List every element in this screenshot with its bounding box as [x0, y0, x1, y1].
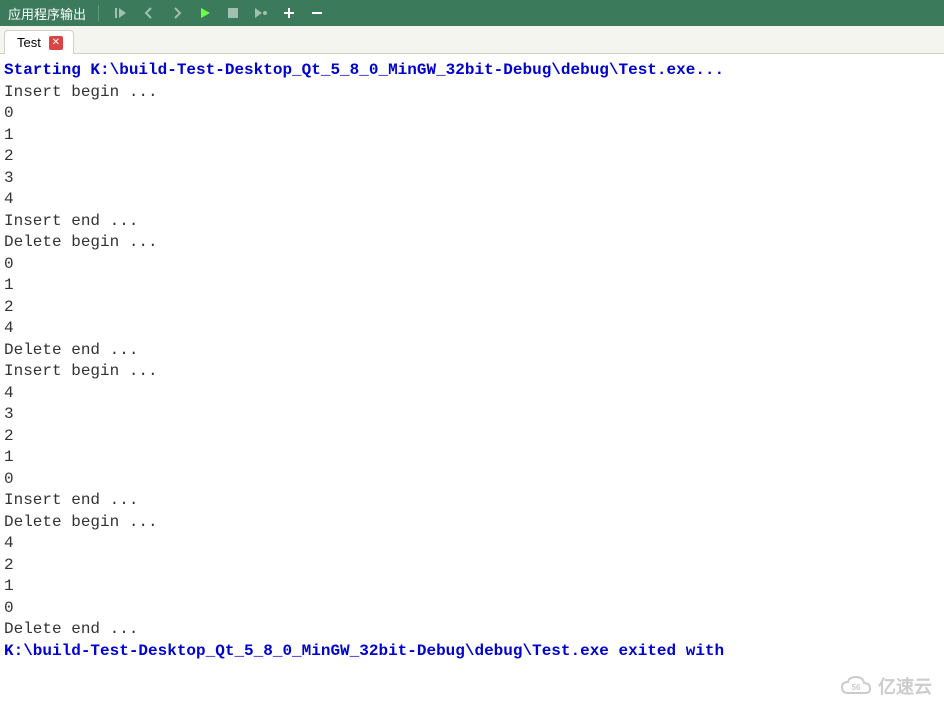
output-line: 2: [4, 427, 14, 445]
output-line: Delete begin ...: [4, 513, 158, 531]
close-icon[interactable]: ✕: [49, 36, 63, 50]
output-line: 3: [4, 169, 14, 187]
output-line: 4: [4, 534, 14, 552]
output-line: 2: [4, 298, 14, 316]
output-line: Delete begin ...: [4, 233, 158, 251]
output-line: Insert end ...: [4, 491, 138, 509]
output-exit-line: K:\build-Test-Desktop_Qt_5_8_0_MinGW_32b…: [4, 642, 724, 660]
stop-icon[interactable]: [223, 3, 243, 23]
output-line: Delete end ...: [4, 620, 138, 638]
step-icon[interactable]: [111, 3, 131, 23]
tab-bar: Test ✕: [0, 26, 944, 54]
titlebar: 应用程序输出: [0, 0, 944, 26]
divider: [98, 5, 99, 21]
output-line: 0: [4, 470, 14, 488]
output-line: 0: [4, 255, 14, 273]
watermark-text: 亿速云: [878, 673, 932, 699]
output-line: 2: [4, 556, 14, 574]
output-line: 4: [4, 190, 14, 208]
output-line: Insert begin ...: [4, 83, 158, 101]
output-line: 1: [4, 577, 14, 595]
output-line: 4: [4, 319, 14, 337]
output-line: 4: [4, 384, 14, 402]
output-line: 0: [4, 104, 14, 122]
output-line: 3: [4, 405, 14, 423]
forward-icon[interactable]: [167, 3, 187, 23]
tab-test[interactable]: Test ✕: [4, 30, 74, 54]
output-line: Insert end ...: [4, 212, 138, 230]
output-line: Delete end ...: [4, 341, 138, 359]
output-line: 1: [4, 126, 14, 144]
cloud-icon: 56: [840, 675, 872, 697]
run-icon[interactable]: [195, 3, 215, 23]
back-icon[interactable]: [139, 3, 159, 23]
output-line: 0: [4, 599, 14, 617]
svg-text:56: 56: [852, 683, 861, 692]
output-line: 2: [4, 147, 14, 165]
record-icon[interactable]: [251, 3, 271, 23]
plus-icon[interactable]: [279, 3, 299, 23]
watermark: 56 亿速云: [840, 673, 932, 699]
output-line: 1: [4, 448, 14, 466]
output-line: Insert begin ...: [4, 362, 158, 380]
minus-icon[interactable]: [307, 3, 327, 23]
output-line: 1: [4, 276, 14, 294]
tab-label: Test: [17, 35, 41, 50]
titlebar-text: 应用程序输出: [8, 4, 86, 23]
output-pane: Starting K:\build-Test-Desktop_Qt_5_8_0_…: [0, 54, 944, 668]
output-start-line: Starting K:\build-Test-Desktop_Qt_5_8_0_…: [4, 61, 724, 79]
